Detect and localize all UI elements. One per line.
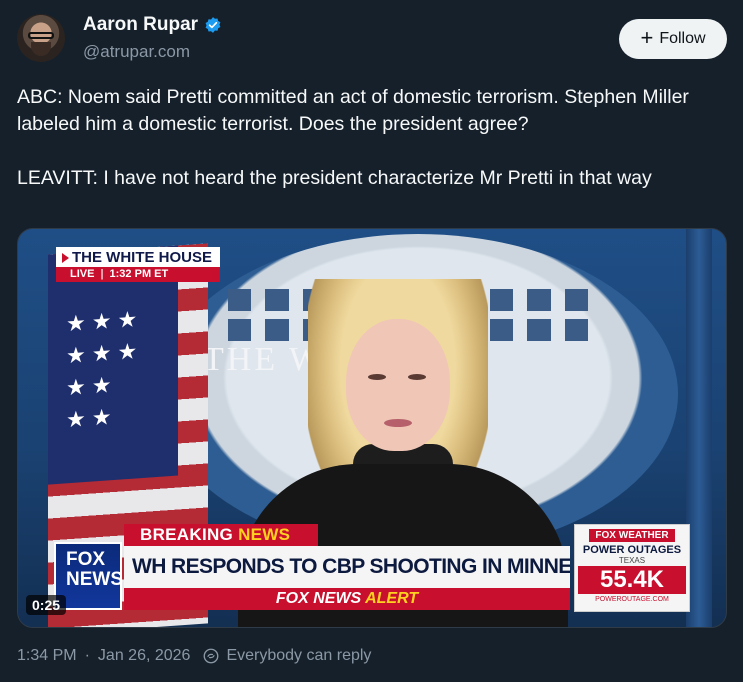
post-date[interactable]: Jan 26, 2026 bbox=[98, 647, 191, 665]
play-triangle-icon bbox=[62, 252, 69, 263]
post-paragraph: ABC: Noem said Pretti committed an act o… bbox=[17, 86, 689, 135]
news-headline: WH RESPONDS TO CBP SHOOTING IN MINNEAPOL… bbox=[124, 546, 570, 588]
breaking-news-label: BREAKING NEWS bbox=[124, 524, 318, 546]
weather-title: POWER OUTAGES bbox=[582, 544, 682, 556]
plus-icon: + bbox=[640, 25, 654, 50]
weather-state: TEXAS bbox=[618, 556, 646, 565]
flag-stars: ★★★ ★★★ ★★ ★★ bbox=[66, 305, 144, 433]
post: Aaron Rupar @atrupar.com + Follow ABC: N… bbox=[0, 0, 743, 682]
live-bug: THE WHITE HOUSE LIVE | 1:32 PM ET bbox=[56, 247, 221, 282]
bug-title: THE WHITE HOUSE bbox=[72, 249, 213, 266]
bug-time: 1:32 PM ET bbox=[109, 268, 169, 280]
author-name-row: Aaron Rupar bbox=[83, 14, 222, 36]
speaker-face bbox=[346, 319, 450, 451]
weather-box: FOX WEATHER POWER OUTAGES TEXAS 55.4K PO… bbox=[574, 524, 690, 612]
verified-badge-icon bbox=[205, 17, 221, 33]
weather-value: 55.4K bbox=[578, 566, 686, 594]
post-text: ABC: Noem said Pretti committed an act o… bbox=[17, 84, 732, 219]
reply-setting[interactable]: Everybody can reply bbox=[226, 647, 371, 665]
post-meta: 1:34 PM · Jan 26, 2026 Everybody can rep… bbox=[17, 647, 372, 665]
reply-settings-icon bbox=[204, 648, 219, 664]
post-time[interactable]: 1:34 PM bbox=[17, 647, 77, 665]
video-player[interactable]: THE W HOUSE ★★★★★★★★★★ THE WHITE HOUSE bbox=[17, 228, 727, 628]
fox-news-alert: FOX NEWS ALERT bbox=[124, 588, 570, 610]
avatar-beard bbox=[31, 42, 51, 56]
follow-button[interactable]: + Follow bbox=[619, 19, 727, 59]
post-paragraph: LEAVITT: I have not heard the president … bbox=[17, 167, 652, 189]
fox-weather-logo: FOX WEATHER bbox=[589, 529, 675, 542]
author-handle[interactable]: @atrupar.com bbox=[83, 42, 190, 62]
video-timecode: 0:25 bbox=[26, 595, 67, 615]
avatar[interactable] bbox=[17, 14, 65, 62]
bug-live: LIVE bbox=[70, 268, 95, 280]
weather-site: POWEROUTAGE.COM bbox=[595, 596, 669, 603]
display-name[interactable]: Aaron Rupar bbox=[83, 14, 198, 36]
avatar-glasses bbox=[28, 32, 54, 39]
follow-button-label: Follow bbox=[659, 30, 706, 47]
